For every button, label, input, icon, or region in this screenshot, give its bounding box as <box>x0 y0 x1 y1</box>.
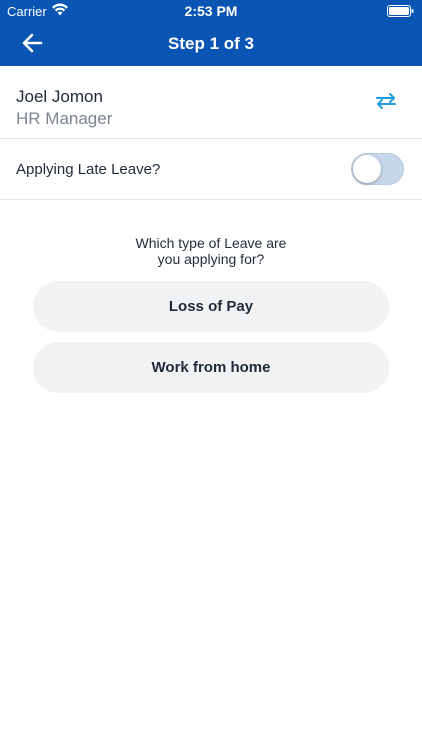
late-leave-label: Applying Late Leave? <box>16 161 161 178</box>
page-title: Step 1 of 3 <box>168 34 254 53</box>
app-header: Carrier 2:53 PM Step 1 of 3 <box>0 0 422 66</box>
user-name: Joel Jomon <box>16 87 103 106</box>
late-leave-toggle[interactable] <box>351 153 404 185</box>
work-from-home-button[interactable]: Work from home <box>33 342 389 393</box>
status-bar: Carrier 2:53 PM <box>0 0 422 22</box>
question-line-2: you applying for? <box>157 251 265 267</box>
swap-arrows-icon[interactable] <box>374 91 398 111</box>
leave-type-question: Which type of Leave are you applying for… <box>0 235 422 267</box>
question-line-1: Which type of Leave are <box>135 235 287 251</box>
toggle-knob <box>353 155 381 183</box>
late-leave-row: Applying Late Leave? <box>0 139 422 200</box>
loss-of-pay-button[interactable]: Loss of Pay <box>33 281 389 332</box>
battery-icon <box>387 5 414 17</box>
user-role: HR Manager <box>16 109 113 128</box>
clock: 2:53 PM <box>184 3 238 19</box>
user-info-row: Joel Jomon HR Manager <box>0 66 422 139</box>
